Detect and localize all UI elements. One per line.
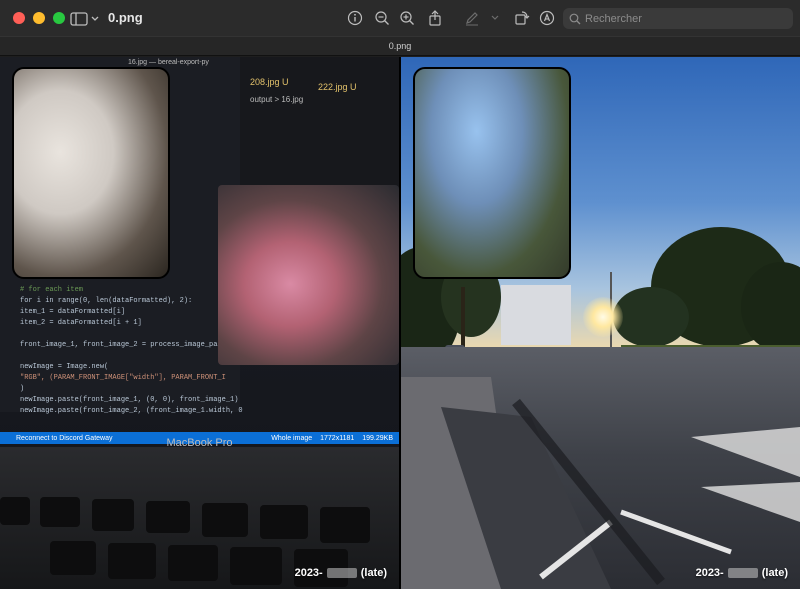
- redacted-date: [326, 568, 357, 578]
- code-line: newImage.paste(front_image_1, (0, 0), fr…: [20, 396, 239, 404]
- key: [202, 503, 248, 537]
- preview-window: 0.png Rechercher 0.png 16.jpg — bereal-e…: [0, 0, 800, 589]
- left-caption: 2023- (late): [295, 567, 387, 579]
- info-button[interactable]: [346, 9, 364, 27]
- code-line: item_1 = dataFormatted[i]: [20, 308, 126, 316]
- minimize-button[interactable]: [33, 12, 45, 24]
- image-canvas[interactable]: 16.jpg — bereal-export-py 208.jpg U 222.…: [0, 57, 800, 589]
- key: [260, 505, 308, 539]
- code-line: newImage = Image.new(: [20, 363, 109, 371]
- info-icon: [347, 10, 363, 26]
- search-field[interactable]: [563, 8, 793, 29]
- close-button[interactable]: [13, 12, 25, 24]
- maximize-button[interactable]: [53, 12, 65, 24]
- laptop-label: MacBook Pro: [166, 437, 233, 449]
- search-input[interactable]: [585, 12, 785, 25]
- rotate-icon: [515, 11, 530, 25]
- zoom-out-button[interactable]: [373, 9, 391, 27]
- front-camera-selfie-left: [12, 67, 170, 279]
- building: [501, 285, 571, 345]
- document-tab-label[interactable]: 0.png: [389, 41, 412, 51]
- crosswalk: [701, 482, 800, 522]
- crosswalk: [691, 427, 800, 477]
- annotate-button[interactable]: [538, 9, 556, 27]
- left-photo: 16.jpg — bereal-export-py 208.jpg U 222.…: [0, 57, 399, 589]
- editor-title: 16.jpg — bereal-export-py: [128, 59, 209, 66]
- right-photo: 2023- (late): [401, 57, 800, 589]
- window-title: 0.png: [108, 10, 143, 25]
- key: [320, 507, 370, 543]
- annotate-icon: [539, 10, 555, 26]
- front-camera-selfie-right: [413, 67, 571, 279]
- caption-late: (late): [761, 567, 788, 579]
- key: [146, 501, 190, 533]
- editor-tab-208: 208.jpg U: [250, 77, 289, 87]
- caption-year: 2023-: [294, 567, 323, 579]
- zoom-in-button[interactable]: [398, 9, 416, 27]
- code-block: # for each item for i in range(0, len(da…: [20, 285, 245, 417]
- key: [50, 541, 96, 575]
- window-controls: [13, 12, 65, 24]
- rotate-button[interactable]: [513, 9, 531, 27]
- key: [40, 497, 80, 527]
- right-caption: 2023- (late): [696, 567, 788, 579]
- caption-late: (late): [360, 567, 387, 579]
- code-line: # for each item: [20, 286, 84, 294]
- toolbar: 0.png: [0, 0, 800, 36]
- tree: [613, 287, 689, 347]
- chevron-down-icon: [491, 15, 499, 20]
- editor-breadcrumb: output > 16.jpg: [250, 95, 304, 104]
- search-icon: [569, 13, 581, 24]
- chevron-down-icon: [91, 16, 99, 21]
- key: [168, 545, 218, 581]
- editor-tab-222: 222.jpg U: [318, 82, 357, 92]
- key: [92, 499, 134, 531]
- code-line: for i in range(0, len(dataFormatted), 2)…: [20, 297, 193, 305]
- markup-pen-icon: [466, 12, 478, 26]
- markup-menu-button[interactable]: [486, 9, 504, 27]
- markup-button[interactable]: [463, 9, 481, 27]
- code-line: "RGB", (PARAM_FRONT_IMAGE["width"], PARA…: [20, 374, 226, 382]
- zoom-in-icon: [400, 11, 414, 25]
- code-line: item_2 = dataFormatted[i + 1]: [20, 319, 142, 327]
- redacted-date: [727, 568, 758, 578]
- sidebar-toggle-button[interactable]: [70, 11, 100, 27]
- key: [108, 543, 156, 579]
- key: [0, 497, 30, 525]
- road-markings: [401, 377, 800, 589]
- share-icon: [429, 10, 441, 26]
- blurred-photo-region: [218, 185, 399, 365]
- document-tab-bar: 0.png: [0, 36, 800, 56]
- code-line: ): [20, 385, 25, 393]
- sidebar-icon: [70, 12, 88, 26]
- zoom-out-icon: [375, 11, 389, 25]
- share-button[interactable]: [426, 9, 444, 27]
- caption-year: 2023-: [695, 567, 724, 579]
- sun: [583, 297, 623, 337]
- key: [230, 547, 282, 585]
- code-line: front_image_1, front_image_2 = process_i…: [20, 341, 243, 349]
- code-line: newImage.paste(front_image_2, (front_ima…: [20, 407, 243, 415]
